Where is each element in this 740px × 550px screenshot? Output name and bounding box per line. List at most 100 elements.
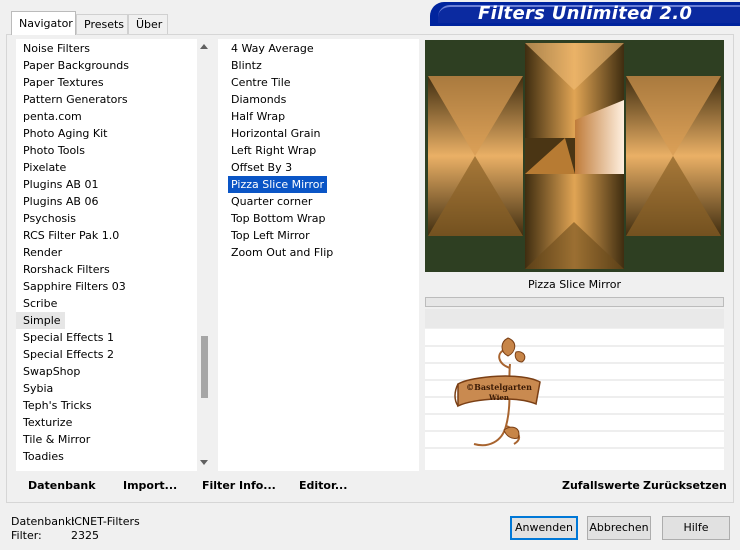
filter-row[interactable]: Diamonds (218, 91, 419, 108)
category-item[interactable]: penta.com (16, 108, 197, 125)
filter-row[interactable]: Blintz (218, 57, 419, 74)
category-item[interactable]: Simple (16, 312, 65, 329)
app-title: Filters Unlimited 2.0 (478, 3, 693, 24)
category-item[interactable]: Photo Aging Kit (16, 125, 197, 142)
filter-item[interactable]: Zoom Out and Flip (228, 244, 419, 261)
filter-item[interactable]: Offset By 3 (228, 159, 419, 176)
category-item[interactable]: Sybia (16, 380, 197, 397)
category-row[interactable]: Paper Backgrounds (16, 57, 197, 74)
filter-item[interactable]: 4 Way Average (228, 40, 419, 57)
filter-item[interactable]: Centre Tile (228, 74, 419, 91)
category-row[interactable]: Teph's Tricks (16, 397, 197, 414)
category-item[interactable]: Sapphire Filters 03 (16, 278, 197, 295)
category-item[interactable]: Special Effects 2 (16, 346, 197, 363)
filter-row[interactable]: Half Wrap (218, 108, 419, 125)
category-row[interactable]: Simple (16, 312, 197, 329)
filter-row[interactable]: Left Right Wrap (218, 142, 419, 159)
category-row[interactable]: penta.com (16, 108, 197, 125)
tab-navigator[interactable]: Navigator (11, 11, 76, 35)
category-row[interactable]: SwapShop (16, 363, 197, 380)
category-row[interactable]: Sybia (16, 380, 197, 397)
category-item[interactable]: Scribe (16, 295, 197, 312)
category-item[interactable]: Render (16, 244, 197, 261)
category-item[interactable]: Plugins AB 01 (16, 176, 197, 193)
category-row[interactable]: Plugins AB 01 (16, 176, 197, 193)
filter-row[interactable]: Top Bottom Wrap (218, 210, 419, 227)
status-area: Datenbank: ICNET-Filters Filter: 2325 (11, 515, 211, 545)
category-row[interactable]: Texturize (16, 414, 197, 431)
category-item[interactable]: Paper Backgrounds (16, 57, 197, 74)
category-row[interactable]: Sapphire Filters 03 (16, 278, 197, 295)
category-row[interactable]: Tile & Mirror (16, 431, 197, 448)
import-button[interactable]: Import... (123, 479, 177, 492)
category-row[interactable]: Pattern Generators (16, 91, 197, 108)
cancel-button[interactable]: Abbrechen (587, 516, 651, 540)
category-row[interactable]: Render (16, 244, 197, 261)
tab-presets[interactable]: Presets (76, 14, 128, 34)
filter-item[interactable]: Horizontal Grain (228, 125, 419, 142)
category-item[interactable]: Noise Filters (16, 40, 197, 57)
category-list[interactable]: Noise Filters Paper Backgrounds Paper Text… (16, 39, 197, 471)
filter-item[interactable]: Half Wrap (228, 108, 419, 125)
editor-button[interactable]: Editor... (299, 479, 347, 492)
category-row[interactable]: Special Effects 2 (16, 346, 197, 363)
category-row[interactable]: Photo Tools (16, 142, 197, 159)
filter-row[interactable]: Horizontal Grain (218, 125, 419, 142)
category-row[interactable]: Photo Aging Kit (16, 125, 197, 142)
filter-item[interactable]: Blintz (228, 57, 419, 74)
filter-info-button[interactable]: Filter Info... (202, 479, 276, 492)
category-row[interactable]: Psychosis (16, 210, 197, 227)
category-row[interactable]: Rorshack Filters (16, 261, 197, 278)
category-item[interactable]: Paper Textures (16, 74, 197, 91)
logo-text-line2: Wien (488, 393, 509, 402)
category-item[interactable]: Photo Tools (16, 142, 197, 159)
category-row[interactable]: Toadies (16, 448, 197, 465)
category-row[interactable]: Noise Filters (16, 40, 197, 57)
help-button[interactable]: Hilfe (662, 516, 730, 540)
filter-item[interactable]: Pizza Slice Mirror (228, 176, 328, 193)
database-button[interactable]: Datenbank (28, 479, 96, 492)
category-row[interactable]: RCS Filter Pak 1.0 (16, 227, 197, 244)
category-row[interactable]: Paper Textures (16, 74, 197, 91)
category-item[interactable]: Teph's Tricks (16, 397, 197, 414)
filter-row[interactable]: Offset By 3 (218, 159, 419, 176)
filter-row[interactable]: Pizza Slice Mirror (218, 176, 419, 193)
logo-text-line1: ©Bastelgarten (466, 382, 532, 392)
tab-uber[interactable]: Über (128, 14, 168, 34)
category-item[interactable]: Rorshack Filters (16, 261, 197, 278)
filter-row[interactable]: Top Left Mirror (218, 227, 419, 244)
status-db-label: Datenbank: (11, 515, 76, 528)
category-item[interactable]: Pixelate (16, 159, 197, 176)
filter-item[interactable]: Quarter corner (228, 193, 419, 210)
category-row[interactable]: Plugins AB 06 (16, 193, 197, 210)
filter-item[interactable]: Left Right Wrap (228, 142, 419, 159)
left-button-bar: Datenbank Import... Filter Info... Edito… (16, 472, 419, 498)
filter-item[interactable]: Top Bottom Wrap (228, 210, 419, 227)
status-filter-value: 2325 (71, 529, 99, 542)
category-item[interactable]: Special Effects 1 (16, 329, 197, 346)
category-item[interactable]: Psychosis (16, 210, 197, 227)
filter-row[interactable]: Centre Tile (218, 74, 419, 91)
category-item[interactable]: Pattern Generators (16, 91, 197, 108)
filter-row[interactable]: Quarter corner (218, 193, 419, 210)
reset-button[interactable]: Zurücksetzen (643, 479, 727, 492)
random-values-button[interactable]: Zufallswerte (562, 479, 640, 492)
filter-row[interactable]: Zoom Out and Flip (218, 244, 419, 261)
category-item[interactable]: Texturize (16, 414, 197, 431)
category-row[interactable]: Special Effects 1 (16, 329, 197, 346)
category-item[interactable]: SwapShop (16, 363, 197, 380)
filter-row[interactable]: 4 Way Average (218, 40, 419, 57)
category-item[interactable]: Plugins AB 06 (16, 193, 197, 210)
filter-list[interactable]: 4 Way Average Blintz Centre Tile Diamonds Ha… (218, 39, 419, 471)
category-row[interactable]: Pixelate (16, 159, 197, 176)
category-row[interactable]: Scribe (16, 295, 197, 312)
filter-item[interactable]: Diamonds (228, 91, 419, 108)
filter-item[interactable]: Top Left Mirror (228, 227, 419, 244)
bastelgarten-logo: ©Bastelgarten Wien (452, 334, 547, 456)
category-item[interactable]: RCS Filter Pak 1.0 (16, 227, 197, 244)
category-scrollbar[interactable] (197, 39, 212, 471)
category-item[interactable]: Tile & Mirror (16, 431, 197, 448)
preview-caption: Pizza Slice Mirror (527, 278, 622, 291)
category-item[interactable]: Toadies (16, 448, 197, 465)
apply-button[interactable]: Anwenden (510, 516, 578, 540)
